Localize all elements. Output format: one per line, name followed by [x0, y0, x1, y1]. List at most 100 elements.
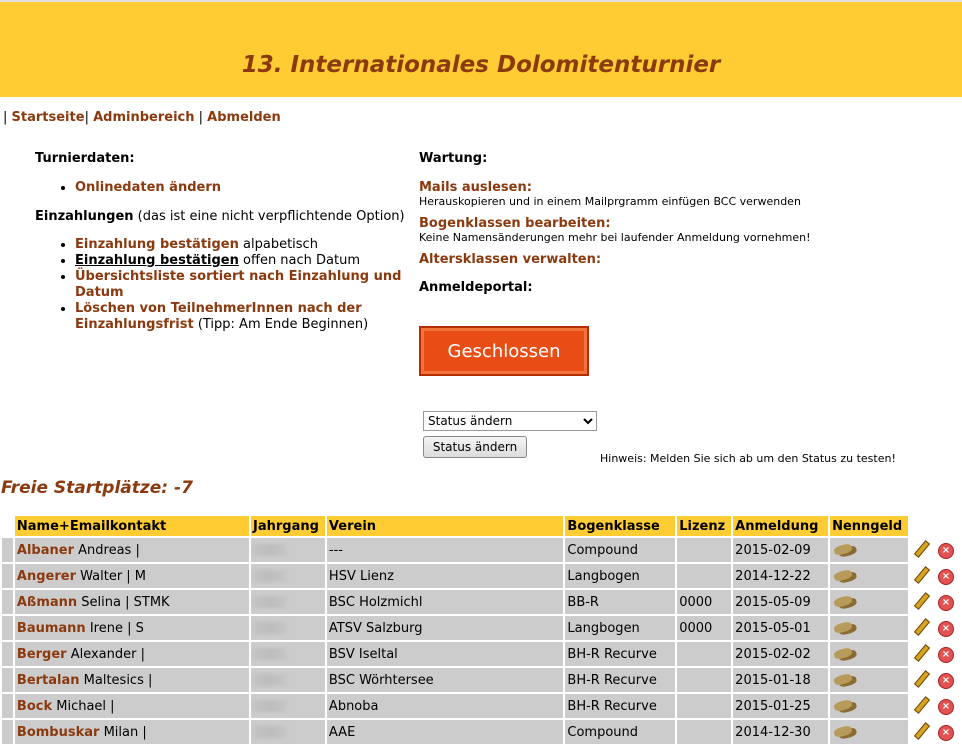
lizenz-cell [677, 564, 732, 588]
mails-link[interactable]: Mails auslesen: [419, 180, 532, 195]
einzahlungen-list: Einzahlung bestätigen alpabetisch Einzah… [35, 237, 405, 333]
lizenz-cell [677, 668, 732, 692]
money-icon[interactable] [832, 621, 858, 635]
altersklassen-link[interactable]: Altersklassen verwalten: [419, 252, 601, 267]
nav-home-link[interactable]: Startseite [12, 110, 85, 125]
bogenklassen-note: Keine Namensänderungen mehr bei laufende… [419, 231, 811, 244]
participant-rest: Alexander | [70, 646, 145, 662]
participant-rest: Milan | [103, 724, 147, 740]
delete-icon[interactable]: × [937, 646, 954, 663]
participant-rest: Andreas | [78, 542, 140, 558]
participant-name-link[interactable]: Bertalan [17, 673, 80, 688]
delete-icon[interactable]: × [937, 698, 954, 715]
nenngeld-cell [830, 720, 909, 744]
delete-icon[interactable]: × [937, 672, 954, 689]
pencil-icon[interactable] [912, 722, 928, 738]
participant-name-link[interactable]: Baumann [17, 621, 86, 636]
page-title: 13. Internationales Dolomitenturnier [241, 52, 721, 78]
delete-icon[interactable]: × [937, 542, 954, 559]
redacted-year [252, 700, 287, 712]
delete-icon[interactable]: × [937, 568, 954, 585]
jahrgang-cell [250, 720, 325, 744]
status-change-button[interactable]: Status ändern [423, 436, 527, 458]
table-row: Angerer Walter | M HSV Lienz Langbogen 2014… [2, 564, 960, 588]
nenngeld-cell [830, 642, 909, 666]
table-row: Aßmann Selina | STMK BSC Holzmichl BB-R 000… [2, 590, 960, 614]
pencil-icon[interactable] [912, 566, 928, 582]
verein-cell: AAE [326, 720, 564, 744]
nenngeld-cell [830, 538, 909, 562]
jahrgang-cell [250, 694, 325, 718]
column-header: Anmeldung [733, 516, 829, 536]
participants-table: Name+Emailkontakt Jahrgang Verein Bogenk… [0, 514, 962, 746]
bogenklassen-link[interactable]: Bogenklassen bearbeiten: [419, 216, 611, 231]
nav-admin-link[interactable]: Adminbereich [93, 110, 194, 125]
redacted-year [252, 726, 287, 738]
anmeldung-cell: 2015-02-02 [733, 642, 829, 666]
einzahlung-alpha-link[interactable]: Einzahlung bestätigen [75, 237, 239, 252]
delete-icon[interactable]: × [937, 594, 954, 611]
anmeldung-cell: 2015-05-01 [733, 616, 829, 640]
participant-name-link[interactable]: Albaner [17, 543, 74, 558]
column-header: Verein [326, 516, 564, 536]
redacted-year [252, 570, 287, 582]
money-icon[interactable] [832, 543, 858, 557]
table-row: Bock Michael | Abnoba BH-R Recurve 2015-01-… [2, 694, 960, 718]
verein-cell: BSC Holzmichl [326, 590, 564, 614]
redacted-year [252, 596, 287, 608]
money-icon[interactable] [832, 673, 858, 687]
money-icon[interactable] [832, 699, 858, 713]
redacted-year [252, 622, 287, 634]
jahrgang-cell [250, 590, 325, 614]
list-item: Löschen von TeilnehmerInnen nach der Ein… [75, 301, 405, 333]
table-row: Berger Alexander | BSV Iseltal BH-R Recurv… [2, 642, 960, 666]
participant-name-link[interactable]: Bock [17, 699, 52, 714]
money-icon[interactable] [832, 569, 858, 583]
lizenz-cell: 0000 [677, 590, 732, 614]
anmeldung-cell: 2015-01-25 [733, 694, 829, 718]
pencil-icon[interactable] [912, 696, 928, 712]
portal-closed-badge: Geschlossen [419, 326, 589, 376]
nav-logout-link[interactable]: Abmelden [207, 110, 281, 125]
verein-cell: ATSV Salzburg [326, 616, 564, 640]
top-nav: | Startseite| Adminbereich | Abmelden [3, 110, 281, 125]
pencil-icon[interactable] [912, 670, 928, 686]
free-places-heading: Freie Startplätze: -7 [1, 478, 193, 498]
participant-rest: Irene | S [89, 620, 144, 636]
delete-icon[interactable]: × [937, 620, 954, 637]
status-select[interactable]: Status ändern [423, 411, 597, 431]
participant-name-link[interactable]: Aßmann [17, 595, 77, 610]
right-panel: Wartung: Mails auslesen: Herauskopieren … [419, 151, 939, 295]
money-icon[interactable] [832, 725, 858, 739]
pencil-icon[interactable] [912, 644, 928, 660]
left-panel: Turnierdaten: Onlinedaten ändern Einzahl… [35, 151, 405, 333]
jahrgang-cell [250, 668, 325, 692]
name-cell: Angerer Walter | M [14, 564, 249, 588]
onlinedaten-link[interactable]: Onlinedaten ändern [75, 180, 221, 195]
participant-name-link[interactable]: Bombuskar [17, 725, 100, 740]
pencil-icon[interactable] [912, 618, 928, 634]
money-icon[interactable] [832, 595, 858, 609]
lizenz-cell: 0000 [677, 616, 732, 640]
anmeldung-cell: 2015-05-09 [733, 590, 829, 614]
table-header-row: Name+Emailkontakt Jahrgang Verein Bogenk… [2, 516, 960, 536]
verein-cell: BSV Iseltal [326, 642, 564, 666]
uebersichtsliste-link[interactable]: Übersichtsliste sortiert nach Einzahlung… [75, 269, 401, 300]
anmeldeportal-heading: Anmeldeportal: [419, 280, 533, 295]
einzahlungen-section: Einzahlungen (das ist eine nicht verpfli… [35, 209, 405, 224]
nenngeld-cell [830, 694, 909, 718]
pencil-icon[interactable] [912, 540, 928, 556]
einzahlung-offen-link[interactable]: Einzahlung bestätigen [75, 253, 239, 268]
verein-cell: Abnoba [326, 694, 564, 718]
participant-rest: Maltesics | [83, 672, 153, 688]
bogenklasse-cell: BH-R Recurve [565, 668, 676, 692]
participant-name-link[interactable]: Angerer [17, 569, 76, 584]
name-cell: Albaner Andreas | [14, 538, 249, 562]
bogenklasse-cell: BB-R [565, 590, 676, 614]
pencil-icon[interactable] [912, 592, 928, 608]
column-header: Nenngeld [830, 516, 909, 536]
column-header: Jahrgang [250, 516, 325, 536]
money-icon[interactable] [832, 647, 858, 661]
participant-name-link[interactable]: Berger [17, 647, 67, 662]
participant-rest: Selina | STMK [81, 594, 170, 610]
